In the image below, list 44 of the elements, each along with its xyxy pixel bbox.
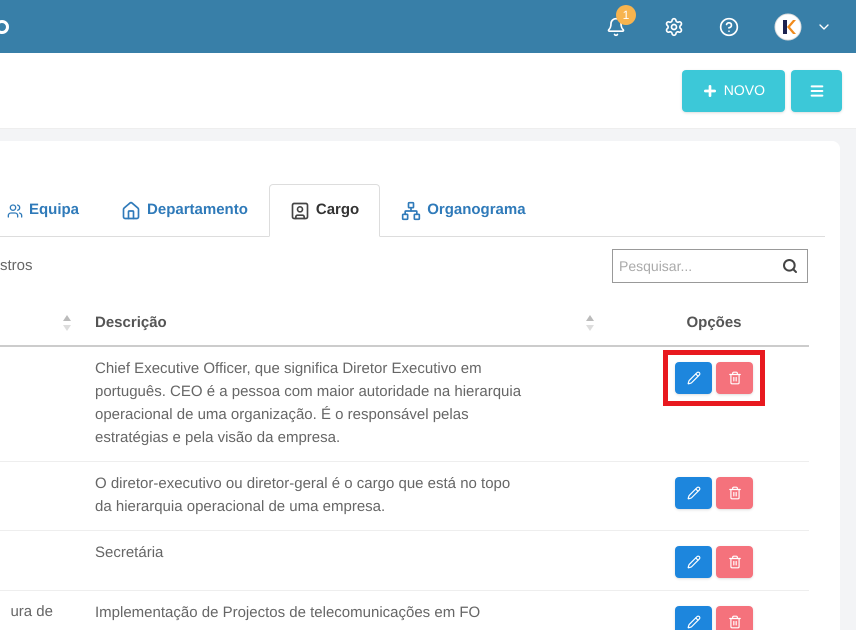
help-icon bbox=[719, 16, 739, 36]
delete-button[interactable] bbox=[716, 606, 753, 630]
hierarchy-icon bbox=[401, 200, 422, 220]
avatar-icon bbox=[774, 12, 802, 40]
people-icon bbox=[7, 202, 23, 218]
sort-icon[interactable] bbox=[585, 314, 595, 332]
pencil-icon bbox=[686, 371, 700, 385]
search-field[interactable]: Pesquisar... bbox=[612, 249, 808, 283]
house-icon bbox=[121, 200, 142, 220]
description-text: O diretor-executivo ou diretor-geral é o cargo que está no topo da hierarquia operacional de uma empresa. bbox=[95, 475, 510, 515]
settings-icon bbox=[664, 16, 684, 36]
pencil-icon bbox=[686, 615, 700, 629]
pencil-icon bbox=[686, 555, 700, 569]
delete-button[interactable] bbox=[716, 362, 753, 394]
trash-icon bbox=[728, 371, 742, 385]
menu-icon bbox=[808, 82, 824, 98]
tab[interactable]: Equipa bbox=[0, 184, 100, 237]
description-text: Secretária bbox=[95, 544, 164, 561]
edit-button[interactable] bbox=[675, 477, 712, 509]
delete-button[interactable] bbox=[716, 546, 753, 578]
description-text: Implementação de Projectos de telecomunicações em FO bbox=[95, 604, 480, 621]
sort-icon[interactable] bbox=[62, 314, 72, 332]
notification-badge: 1 bbox=[616, 4, 636, 24]
delete-button[interactable] bbox=[716, 477, 753, 509]
column-header[interactable]: Descrição bbox=[95, 312, 167, 334]
edit-button[interactable] bbox=[675, 546, 712, 578]
edit-button[interactable] bbox=[675, 606, 712, 630]
trash-icon bbox=[728, 615, 742, 629]
column-header: Opções bbox=[686, 312, 742, 333]
trash-icon bbox=[728, 555, 742, 569]
settings-button[interactable] bbox=[664, 16, 684, 36]
pencil-icon bbox=[686, 486, 700, 500]
table-cell: ura de bbox=[10, 603, 53, 620]
tab[interactable]: Departamento bbox=[100, 184, 269, 237]
tab[interactable]: Organograma bbox=[380, 184, 547, 237]
search-icon bbox=[782, 258, 798, 274]
menu-button[interactable] bbox=[791, 70, 842, 112]
description-text: Chief Executive Officer, que significa Diretor Executivo em português. CEO é a pessoa com maior autoridade na hierarquia operacional de uma organização. É o responsável pelas estratégias e pela visão da empresa. bbox=[95, 360, 522, 446]
trash-icon bbox=[728, 486, 742, 500]
help-button[interactable] bbox=[719, 16, 739, 36]
plus-icon bbox=[702, 82, 718, 98]
records-text: stros bbox=[0, 256, 33, 276]
tab[interactable]: Cargo bbox=[268, 184, 380, 237]
edit-button[interactable] bbox=[675, 362, 712, 394]
